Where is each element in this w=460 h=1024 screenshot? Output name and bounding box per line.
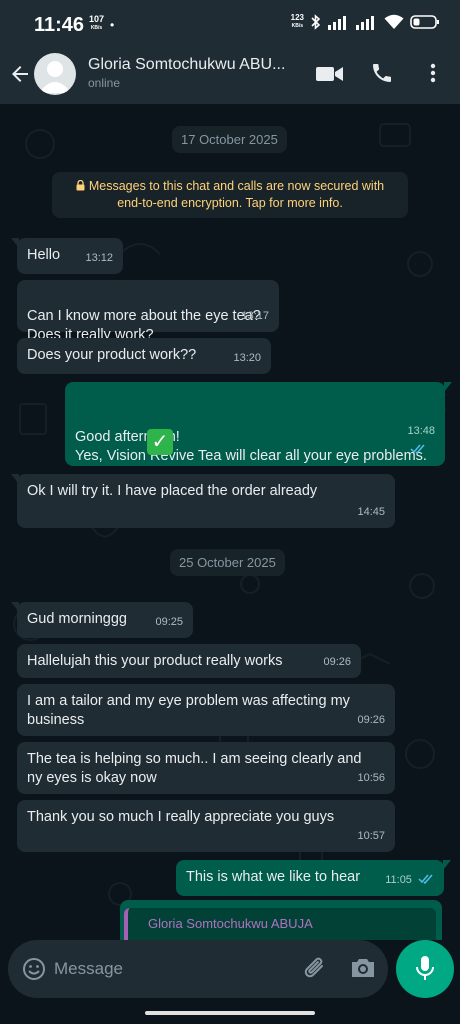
chat-area[interactable]: 17 October 2025 Messages to this chat an… bbox=[0, 104, 460, 940]
message-time: 09:26 bbox=[357, 714, 385, 726]
lock-icon bbox=[76, 180, 85, 191]
message-time: 13:17 bbox=[241, 310, 269, 322]
message-text: Hello bbox=[27, 247, 61, 263]
home-gesture-handle[interactable] bbox=[145, 1011, 315, 1015]
bluetooth-icon bbox=[311, 14, 321, 30]
signal-icon bbox=[328, 16, 346, 30]
battery-icon bbox=[410, 15, 439, 29]
message-bubble-incoming[interactable]: Hallelujah this your product really work… bbox=[17, 644, 361, 678]
microphone-icon bbox=[416, 956, 434, 980]
phone-icon[interactable] bbox=[370, 61, 394, 85]
network-speed: 107 KB/s bbox=[89, 15, 104, 33]
signal-icon-2 bbox=[356, 16, 374, 30]
message-bubble-incoming[interactable]: Does your product work?? 13:20 bbox=[17, 338, 271, 374]
status-icons: 123 KB/s bbox=[291, 14, 440, 30]
attach-icon[interactable] bbox=[303, 955, 329, 983]
message-text: Gud morninggg bbox=[27, 611, 127, 627]
bubble-tail bbox=[11, 238, 19, 248]
message-time: 14:45 bbox=[357, 506, 385, 518]
status-bar: 11:46 107 KB/s • 123 KB/s bbox=[0, 0, 460, 48]
voice-record-button[interactable] bbox=[396, 940, 454, 998]
message-input[interactable] bbox=[52, 958, 286, 980]
notification-dot: • bbox=[110, 18, 115, 32]
encryption-notice[interactable]: Messages to this chat and calls are now … bbox=[52, 172, 408, 218]
quoted-reply-bubble[interactable]: Gloria Somtochukwu ABUJA bbox=[120, 900, 442, 940]
message-bubble-incoming[interactable]: Can I know more about the eye tea? Does … bbox=[17, 280, 279, 343]
message-text: I am a tailor and my eye problem was aff… bbox=[27, 693, 350, 728]
message-bubble-incoming[interactable]: Ok I will try it. I have placed the orde… bbox=[11, 474, 395, 528]
quoted-message[interactable]: Gloria Somtochukwu ABUJA bbox=[124, 908, 436, 940]
more-vert-icon[interactable] bbox=[428, 61, 438, 85]
network-speed-2-value: 123 bbox=[290, 13, 304, 22]
message-time: 10:56 bbox=[357, 772, 385, 784]
network-speed-2: 123 KB/s bbox=[291, 14, 304, 30]
message-text: Good afternoon! Yes, Vision Revive Tea w… bbox=[75, 429, 427, 464]
message-text: Ok I will try it. I have placed the orde… bbox=[27, 483, 318, 499]
bubble-tail bbox=[443, 860, 451, 870]
wifi-icon bbox=[384, 14, 404, 29]
clock: 11:46 bbox=[34, 14, 85, 36]
message-time: 13:20 bbox=[233, 352, 261, 364]
video-call-icon[interactable] bbox=[316, 64, 344, 84]
date-separator: 25 October 2025 bbox=[170, 549, 285, 576]
network-speed-unit: KB/s bbox=[90, 25, 103, 31]
check-mark-emoji-icon: ✓ bbox=[147, 429, 173, 455]
date-separator: 17 October 2025 bbox=[172, 126, 287, 153]
message-meta: 13:48 bbox=[407, 403, 435, 460]
message-text: Hallelujah this your product really work… bbox=[27, 653, 283, 669]
message-meta: 11:05 bbox=[385, 871, 434, 890]
message-bubble-incoming[interactable]: Thank you so much I really appreciate yo… bbox=[17, 800, 395, 852]
message-text: Does your product work?? bbox=[27, 347, 197, 363]
contact-name[interactable]: Gloria Somtochukwu ABU... bbox=[88, 56, 285, 74]
message-bubble-outgoing[interactable]: Good afternoon! Yes, Vision Revive Tea w… bbox=[65, 382, 452, 466]
message-text: The tea is helping so much.. I am seeing… bbox=[27, 751, 362, 786]
read-ticks-icon bbox=[410, 444, 426, 454]
bubble-tail bbox=[444, 382, 452, 392]
message-time: 13:12 bbox=[85, 252, 113, 264]
avatar[interactable] bbox=[34, 53, 76, 95]
network-speed-value: 107 bbox=[89, 14, 105, 24]
bubble-tail bbox=[11, 474, 19, 484]
message-time: 09:26 bbox=[323, 656, 351, 668]
bubble-tail bbox=[11, 602, 19, 612]
read-ticks-icon bbox=[418, 874, 433, 884]
message-bubble-incoming[interactable]: I am a tailor and my eye problem was aff… bbox=[17, 684, 395, 736]
chat-header: Gloria Somtochukwu ABU... online bbox=[0, 48, 460, 104]
back-arrow-icon[interactable] bbox=[8, 62, 32, 86]
network-speed-2-unit: KB/s bbox=[291, 23, 304, 29]
message-time: 11:05 bbox=[385, 874, 412, 886]
message-time: 13:48 bbox=[407, 425, 435, 437]
default-avatar-icon bbox=[39, 61, 71, 93]
message-bubble-incoming[interactable]: Gud morninggg 09:25 bbox=[11, 602, 193, 638]
message-bubble-outgoing[interactable]: This is what we like to hear 11:05 bbox=[176, 860, 451, 896]
contact-status: online bbox=[88, 76, 121, 90]
message-time: 10:57 bbox=[357, 830, 385, 842]
emoji-icon[interactable] bbox=[22, 957, 46, 981]
message-text: This is what we like to hear bbox=[186, 869, 361, 885]
message-composer bbox=[8, 940, 388, 998]
message-bubble-incoming[interactable]: Hello 13:12 bbox=[11, 238, 123, 274]
quoted-sender-name: Gloria Somtochukwu ABUJA bbox=[148, 916, 313, 931]
message-bubble-incoming[interactable]: The tea is helping so much.. I am seeing… bbox=[17, 742, 395, 794]
message-text: Thank you so much I really appreciate yo… bbox=[27, 809, 335, 825]
encryption-notice-text: Messages to this chat and calls are now … bbox=[88, 179, 385, 210]
camera-icon[interactable] bbox=[350, 957, 376, 979]
system-nav-bar bbox=[0, 998, 460, 1024]
message-time: 09:25 bbox=[155, 616, 183, 628]
